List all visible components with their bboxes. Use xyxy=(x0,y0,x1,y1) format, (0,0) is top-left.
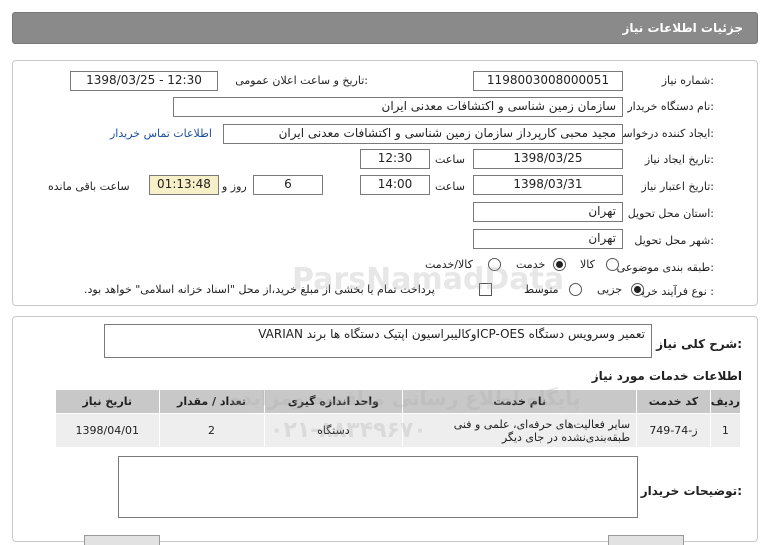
create-date-label: تاریخ ایجاد نیاز: xyxy=(644,153,714,166)
services-table: ردیف کد خدمت نام خدمت واحد اندازه گیری ت… xyxy=(55,389,742,448)
category-option-goods-service: کالا/خدمت xyxy=(425,258,473,271)
validity-days-label: روز و xyxy=(222,180,247,193)
process-option-medium: متوسط xyxy=(524,283,559,296)
buyer-notes-label: توضیحات خریدار: xyxy=(640,484,742,498)
requester-field: مجید محبی کارپرداز سازمان زمین شناسی و ا… xyxy=(223,124,623,144)
category-radio-service[interactable] xyxy=(553,258,566,271)
process-radio-partial[interactable] xyxy=(631,283,644,296)
create-time-label: ساعت xyxy=(435,153,465,166)
create-date-field: 1398/03/25 xyxy=(473,149,623,169)
cell-row-number: 1 xyxy=(709,413,742,448)
need-number-label: شماره نیاز: xyxy=(661,74,714,87)
category-radio-goods-service[interactable] xyxy=(488,258,501,271)
process-type-label: نوع فرآیند خرید : xyxy=(636,285,714,298)
city-field: تهران xyxy=(473,229,623,249)
create-time-field: 12:30 xyxy=(360,149,430,169)
announce-datetime-field: 1398/03/25 - 12:30 xyxy=(70,71,218,91)
city-label: شهر محل تحویل: xyxy=(634,234,714,247)
summary-field: تعمیر وسرویس دستگاه ICP-OESوکالیبراسیون … xyxy=(104,324,652,358)
treasury-checkbox-label: پرداخت تمام یا بخشی از مبلغ خرید،از محل … xyxy=(84,283,435,296)
column-service-code: کد خدمت xyxy=(636,389,711,414)
category-option-goods: کالا xyxy=(580,258,595,271)
need-number-field: 1198003008000051 xyxy=(473,71,623,91)
province-field: تهران xyxy=(473,202,623,222)
back-button[interactable] xyxy=(608,535,684,545)
buyer-notes-field xyxy=(118,456,638,518)
category-radio-goods[interactable] xyxy=(606,258,619,271)
cell-unit: دستگاه xyxy=(263,413,404,448)
services-title: اطلاعات خدمات مورد نیاز xyxy=(591,369,742,383)
page-header: جزئیات اطلاعات نیاز xyxy=(12,12,758,44)
cell-service-code: ز-74-749 xyxy=(636,413,711,448)
table-row: 1 ز-74-749 سایر فعالیت‌های حرفه‌ای، علمی… xyxy=(55,413,742,448)
column-quantity: تعداد / مقدار xyxy=(158,389,265,414)
column-service-name: نام خدمت xyxy=(402,389,638,414)
validity-time-field: 14:00 xyxy=(360,175,430,195)
cell-service-name: سایر فعالیت‌های حرفه‌ای، علمی و فنی طبقه… xyxy=(402,413,638,448)
validity-date-field: 1398/03/31 xyxy=(473,175,623,195)
column-need-date: تاریخ نیاز xyxy=(55,389,160,414)
category-option-service: خدمت xyxy=(516,258,546,271)
column-row-number: ردیف xyxy=(709,389,742,414)
announce-datetime-label: تاریخ و ساعت اعلان عمومی: xyxy=(235,74,368,87)
buyer-org-label: نام دستگاه خریدار: xyxy=(627,100,714,113)
remaining-time-label: ساعت باقی مانده xyxy=(48,180,130,193)
cell-need-date: 1398/04/01 xyxy=(55,413,160,448)
remaining-time-field: 01:13:48 xyxy=(149,175,219,195)
category-label: طبقه بندی موضوعی: xyxy=(616,261,714,274)
process-radio-medium[interactable] xyxy=(569,283,582,296)
process-option-partial: جزیی xyxy=(597,283,623,296)
summary-label: شرح کلی نیاز: xyxy=(656,337,742,351)
province-label: استان محل تحویل: xyxy=(627,207,714,220)
column-unit: واحد اندازه گیری xyxy=(263,389,404,414)
treasury-checkbox[interactable] xyxy=(479,283,492,296)
buyer-org-field: سازمان زمین شناسی و اکتشافات معدنی ایران xyxy=(173,97,623,117)
page-title: جزئیات اطلاعات نیاز xyxy=(622,21,743,35)
cell-quantity: 2 xyxy=(158,413,265,448)
table-header-row: ردیف کد خدمت نام خدمت واحد اندازه گیری ت… xyxy=(55,389,742,414)
validity-date-label: تاریخ اعتبار نیاز: xyxy=(641,180,714,193)
requester-label: ایجاد کننده درخواست: xyxy=(612,127,714,140)
print-button[interactable] xyxy=(84,535,160,545)
validity-time-label: ساعت xyxy=(435,180,465,193)
validity-days-field: 6 xyxy=(253,175,323,195)
buyer-contact-link[interactable]: اطلاعات تماس خریدار xyxy=(110,127,212,140)
